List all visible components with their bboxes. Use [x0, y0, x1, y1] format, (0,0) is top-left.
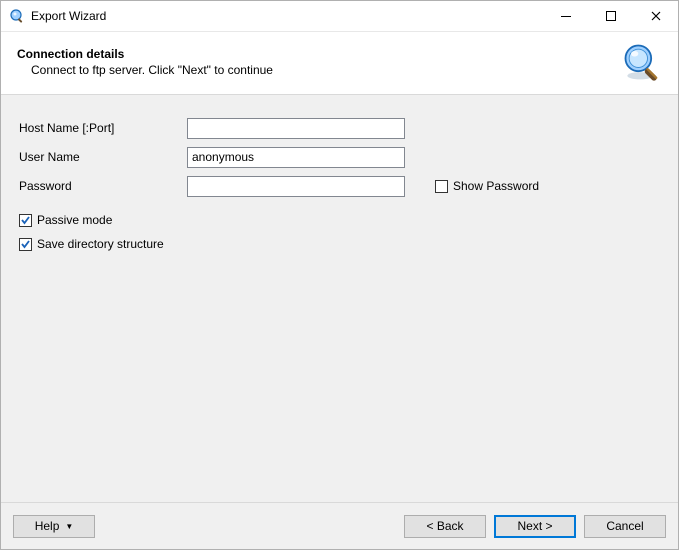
password-label: Password	[19, 179, 187, 193]
save-structure-checkbox[interactable]: Save directory structure	[19, 235, 660, 253]
next-button[interactable]: Next >	[494, 515, 576, 538]
checkbox-icon	[19, 238, 32, 251]
export-wizard-window: Export Wizard Connection details Connect…	[0, 0, 679, 550]
host-input[interactable]	[187, 118, 405, 139]
user-input[interactable]	[187, 147, 405, 168]
password-row: Password Show Password	[19, 175, 660, 197]
help-button[interactable]: Help ▼	[13, 515, 95, 538]
save-structure-label: Save directory structure	[37, 237, 164, 251]
show-password-label: Show Password	[453, 179, 539, 193]
wizard-body: Host Name [:Port] User Name Password Sho…	[1, 94, 678, 502]
host-row: Host Name [:Port]	[19, 117, 660, 139]
host-label: Host Name [:Port]	[19, 121, 187, 135]
checkbox-icon	[19, 214, 32, 227]
cancel-button[interactable]: Cancel	[584, 515, 666, 538]
back-button-label: < Back	[426, 519, 463, 533]
cancel-button-label: Cancel	[606, 519, 643, 533]
next-button-label: Next >	[517, 519, 552, 533]
wizard-header: Connection details Connect to ftp server…	[1, 32, 678, 94]
password-input[interactable]	[187, 176, 405, 197]
help-button-label: Help	[35, 519, 60, 533]
maximize-button[interactable]	[588, 1, 633, 31]
passive-mode-label: Passive mode	[37, 213, 112, 227]
show-password-checkbox[interactable]: Show Password	[435, 179, 539, 193]
titlebar: Export Wizard	[1, 1, 678, 32]
back-button[interactable]: < Back	[404, 515, 486, 538]
minimize-button[interactable]	[543, 1, 588, 31]
user-row: User Name	[19, 146, 660, 168]
app-icon	[9, 8, 25, 24]
header-subtitle: Connect to ftp server. Click "Next" to c…	[31, 63, 620, 77]
checkbox-icon	[435, 180, 448, 193]
window-title: Export Wizard	[31, 9, 106, 23]
wizard-footer: Help ▼ < Back Next > Cancel	[1, 502, 678, 549]
passive-mode-checkbox[interactable]: Passive mode	[19, 211, 660, 229]
magnifier-icon	[620, 40, 664, 84]
user-label: User Name	[19, 150, 187, 164]
close-button[interactable]	[633, 1, 678, 31]
header-title: Connection details	[17, 47, 620, 61]
caret-down-icon: ▼	[65, 522, 73, 531]
